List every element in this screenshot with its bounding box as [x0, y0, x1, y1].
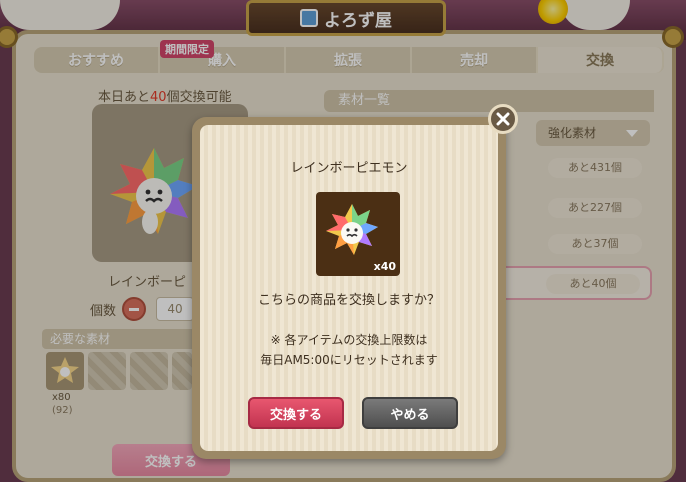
exchange-confirm-dialog: レインボーピエモン x40 こちらの商品を交換しますか？ ※ 各アイテムの交換上… — [192, 117, 506, 459]
dialog-item-title: レインボーピエモン — [290, 161, 408, 176]
dialog-note-line2: 毎日AM5:00にリセットされます — [260, 353, 438, 367]
confirm-exchange-button[interactable]: 交換する — [248, 397, 344, 429]
cancel-button[interactable]: やめる — [362, 397, 458, 429]
dialog-item-count: x40 — [373, 260, 396, 273]
dialog-body: レインボーピエモン x40 こちらの商品を交換しますか？ ※ 各アイテムの交換上… — [200, 125, 498, 451]
dialog-note-line1: ※ 各アイテムの交換上限数は — [270, 333, 428, 347]
dialog-item-image: x40 — [316, 192, 400, 276]
close-dialog-button[interactable] — [488, 104, 518, 134]
dialog-question: こちらの商品を交換しますか？ — [257, 293, 440, 308]
close-icon — [496, 112, 510, 126]
